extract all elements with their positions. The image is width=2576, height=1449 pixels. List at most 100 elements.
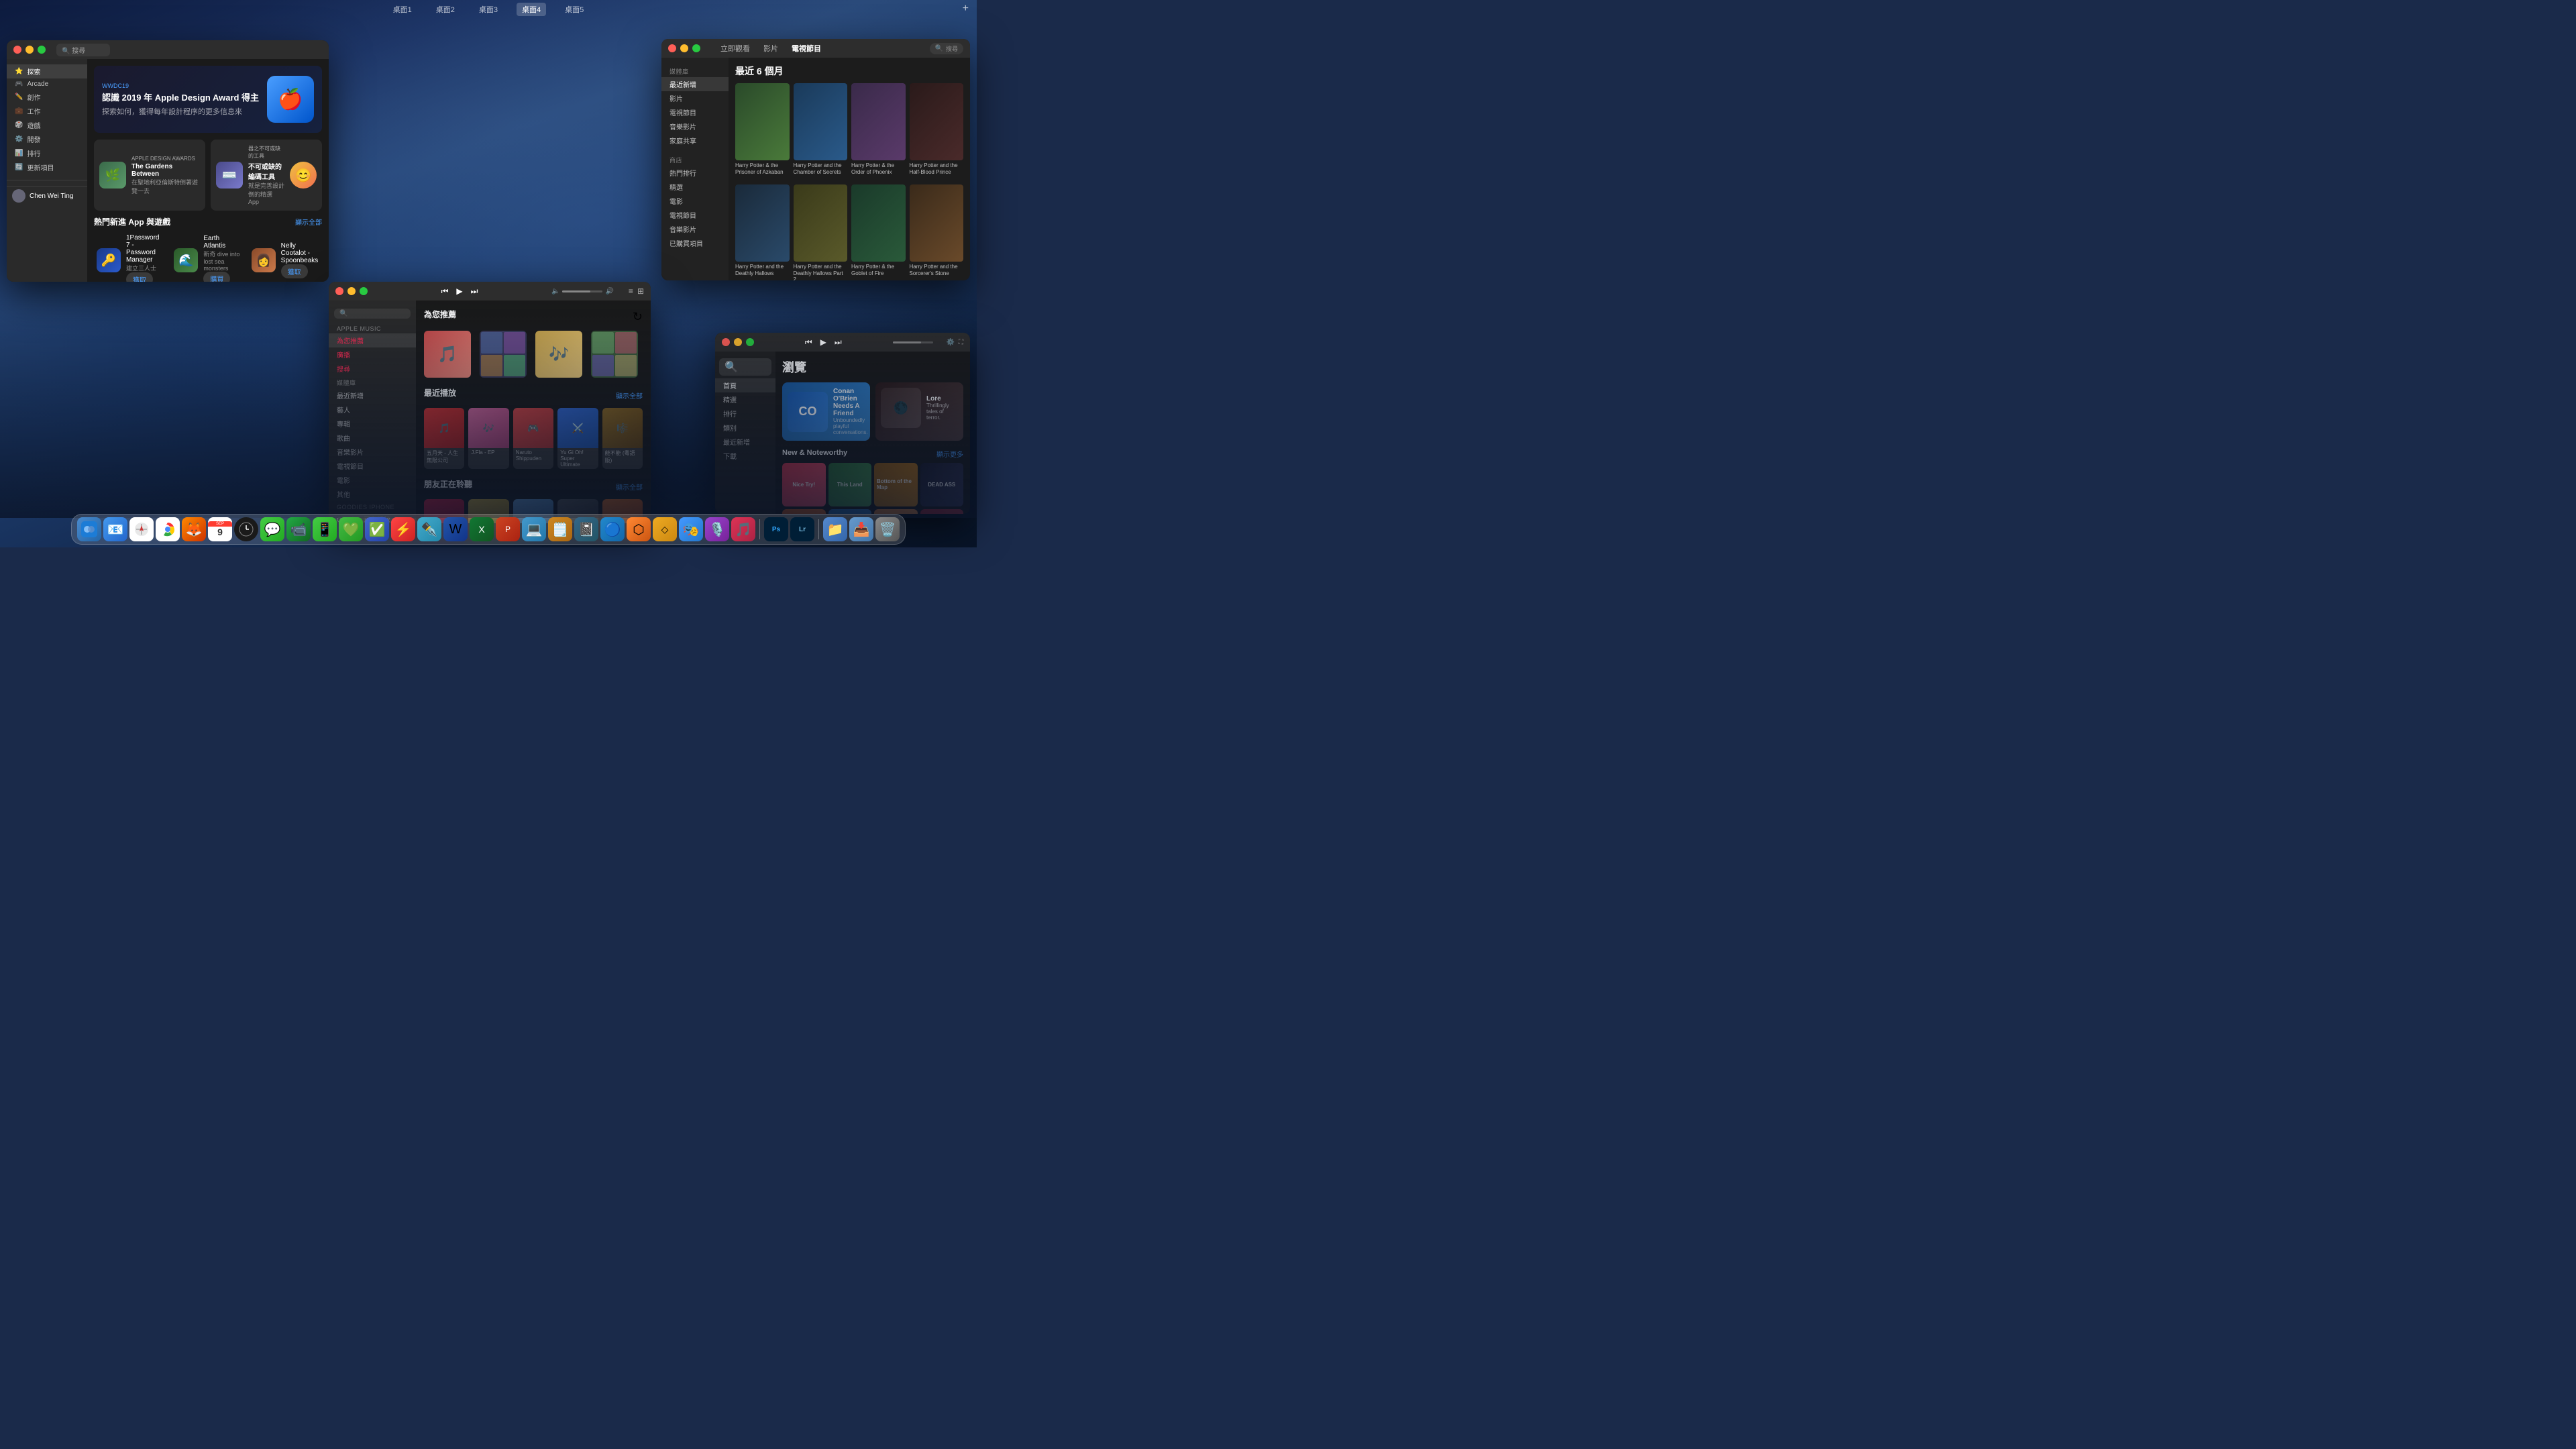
desktop-tab-3[interactable]: 桌面3 <box>474 3 503 16</box>
music-search-bar[interactable]: 🔍 <box>334 309 411 319</box>
sidebar-item-homesharing[interactable]: 家庭共享 <box>661 133 729 148</box>
nav-movies[interactable]: 影片 <box>761 43 781 54</box>
noteworthy-card[interactable]: ADULTING <box>874 509 918 515</box>
see-more-noteworthy[interactable]: 顯示更多 <box>936 449 963 459</box>
music-card[interactable]: 🎶 <box>535 331 582 378</box>
desktop-tab-5[interactable]: 桌面5 <box>559 3 589 16</box>
movie-card[interactable]: Harry Potter and the Deathly Hallows Par… <box>794 184 848 280</box>
movie-card[interactable]: Harry Potter and the Half-Blood Prince <box>910 83 964 175</box>
list-item[interactable]: ⚔️ Yu Gi Oh! Super Ultimate <box>557 408 598 469</box>
award-card-coding[interactable]: ⌨️ 器之不可或缺的工具 不可或缺的編碼工具 就是完善設計倒的精選 App 😊 <box>211 140 322 211</box>
sidebar-item-storetvshows[interactable]: 電視節目 <box>661 208 729 222</box>
dock-chrome[interactable] <box>156 517 180 541</box>
desktop-tab-1[interactable]: 桌面1 <box>388 3 417 16</box>
list-item[interactable]: 🎵 五月天 - 人生無限公司 <box>424 408 464 469</box>
sidebar-item-musicvideos[interactable]: 音樂影片 <box>661 119 729 133</box>
noteworthy-card[interactable]: Bottom of the Map <box>874 463 918 506</box>
app-buy-button[interactable]: 購買 <box>203 272 230 282</box>
noteworthy-card[interactable]: DEAD ASS <box>920 463 964 506</box>
sidebar-item-recent[interactable]: 最近新增 <box>661 77 729 91</box>
dock-ppt[interactable]: P <box>496 517 520 541</box>
grid-view-icon[interactable]: ⊞ <box>637 286 644 296</box>
desktop-tab-2[interactable]: 桌面2 <box>431 3 460 16</box>
featured-conan[interactable]: CO Conan O'Brien Needs A Friend Unbounde… <box>782 382 870 441</box>
movie-card[interactable]: Harry Potter & the Prisoner of Azkaban <box>735 83 790 175</box>
dock-safari[interactable] <box>129 517 154 541</box>
dock-dash[interactable]: 📓 <box>574 517 598 541</box>
wwdc-banner[interactable]: WWDC19 認識 2019 年 Apple Design Award 得主 探… <box>94 66 322 133</box>
app-get-button[interactable]: 獲取 <box>126 272 153 282</box>
dock-drafts[interactable]: ✒️ <box>417 517 441 541</box>
list-item[interactable]: 👩 Nelly Cootalot - Spoonbeaks 獲取 <box>249 231 322 282</box>
list-item[interactable]: 🎮 Naruto Shippuden <box>513 408 553 469</box>
sidebar-item-radio[interactable]: 廣播 <box>329 347 416 362</box>
sidebar-item-tv[interactable]: 電視節目 <box>329 459 416 473</box>
dock-podcasts[interactable]: 🎙️ <box>705 517 729 541</box>
sidebar-item-storemovies[interactable]: 電影 <box>661 194 729 208</box>
search-bar[interactable]: 🔍 <box>719 358 771 376</box>
list-item[interactable]: 🌊 Earth Atlantis 新奇 dive into lost sea m… <box>171 231 244 282</box>
award-card-gardens[interactable]: 🌿 APPLE DESIGN AWARDS The Gardens Betwee… <box>94 140 205 211</box>
sidebar-item-arcade[interactable]: 🎮 Arcade <box>7 78 87 90</box>
close-button[interactable] <box>668 44 676 52</box>
sidebar-item-artists[interactable]: 藝人 <box>329 402 416 417</box>
see-all-friends[interactable]: 顯示全部 <box>616 482 643 492</box>
list-item[interactable]: 🔑 1Password 7 - Password Manager 建立三人士 獲… <box>94 231 167 282</box>
dock-itunes[interactable]: 🎵 <box>731 517 755 541</box>
minimize-button[interactable] <box>25 46 34 54</box>
dock-word[interactable]: W <box>443 517 468 541</box>
dock-sourcetree[interactable]: 🔵 <box>600 517 625 541</box>
close-button[interactable] <box>722 338 730 346</box>
sidebar-item-dev[interactable]: ⚙️ 開發 <box>7 132 87 146</box>
prev-button[interactable]: ⏮ <box>441 286 449 297</box>
sidebar-item-category[interactable]: 類別 <box>715 421 775 435</box>
nav-nowplaying[interactable]: 立即觀看 <box>718 43 753 54</box>
volume-bar[interactable] <box>893 341 933 343</box>
sidebar-item-songs[interactable]: 歌曲 <box>329 431 416 445</box>
app-get-button-2[interactable]: 獲取 <box>281 264 308 278</box>
dock-things[interactable]: ✅ <box>365 517 389 541</box>
noteworthy-card[interactable]: Nice Try! <box>782 463 826 506</box>
sidebar-item-create[interactable]: ✏️ 創作 <box>7 90 87 104</box>
music-card[interactable] <box>480 331 527 378</box>
dock-whatsapp[interactable]: 📱 <box>313 517 337 541</box>
close-button[interactable] <box>335 287 343 295</box>
maximize-button[interactable] <box>360 287 368 295</box>
sidebar-item-mv[interactable]: 音樂影片 <box>329 445 416 459</box>
list-item[interactable]: 🎼 能不能 (粵語版) <box>602 408 643 469</box>
sidebar-item-musicv[interactable]: 音樂影片 <box>661 222 729 236</box>
sidebar-item-games[interactable]: 🎲 遊戲 <box>7 118 87 132</box>
refresh-icon[interactable]: ↻ <box>633 310 643 324</box>
fullscreen-icon[interactable]: ⛶ <box>959 339 963 346</box>
sidebar-item-search[interactable]: 搜尋 <box>329 362 416 376</box>
sidebar-item-updates[interactable]: 🔄 更新項目 <box>7 160 87 174</box>
list-item[interactable]: 🎶 J.Fla - EP <box>468 408 508 469</box>
sidebar-item-purchased[interactable]: 已購買項目 <box>661 236 729 250</box>
dock-spark[interactable]: ⚡ <box>391 517 415 541</box>
search-bar[interactable]: 🔍 搜尋 <box>930 43 963 54</box>
music-card[interactable] <box>591 331 638 378</box>
sidebar-item-recent-add[interactable]: 最近新增 <box>329 388 416 402</box>
minimize-button[interactable] <box>347 287 356 295</box>
featured-lore[interactable]: 🌑 Lore Thrillingly tales of terror. <box>875 382 963 441</box>
sidebar-item-discover[interactable]: ⭐ 探索 <box>7 64 87 78</box>
sidebar-item-ranking[interactable]: 📊 排行 <box>7 146 87 160</box>
minimize-button[interactable] <box>680 44 688 52</box>
dock-wechat[interactable]: 💚 <box>339 517 363 541</box>
prev-button[interactable]: ⏮ <box>805 337 812 347</box>
sidebar-item-featured[interactable]: 精選 <box>715 392 775 407</box>
sidebar-item-work[interactable]: 💼 工作 <box>7 104 87 118</box>
noteworthy-card[interactable]: Wondery Inside <box>782 509 826 515</box>
music-card[interactable]: 🎵 <box>424 331 471 378</box>
add-desktop-button[interactable]: + <box>963 3 969 15</box>
dock-email[interactable]: 📧 <box>103 517 127 541</box>
sidebar-item-other[interactable]: 其他 <box>329 487 416 501</box>
dock-photoshop[interactable]: Ps <box>764 517 788 541</box>
next-button[interactable]: ⏭ <box>471 286 478 297</box>
sidebar-item-movies[interactable]: 影片 <box>661 91 729 105</box>
nav-tvshows[interactable]: 電視節目 <box>789 43 824 54</box>
noteworthy-card[interactable]: Life Will Be... <box>828 509 872 515</box>
dock-finder-folder[interactable]: 📁 <box>823 517 847 541</box>
next-button[interactable]: ⏭ <box>835 337 842 347</box>
sidebar-item-ranking[interactable]: 排行 <box>715 407 775 421</box>
